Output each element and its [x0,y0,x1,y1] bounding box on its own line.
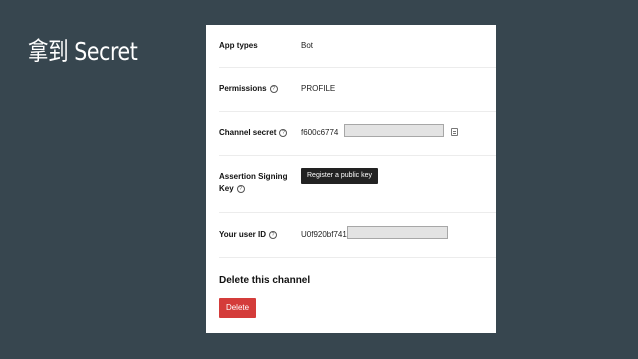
app-types-label: App types [219,41,258,50]
app-types-value: Bot [301,41,314,50]
help-icon[interactable]: ? [268,231,277,239]
permissions-label: Permissions [219,84,267,93]
permissions-label-wrap: Permissions? [219,83,278,95]
assertion-signing-key-label: Assertion Signing [219,172,288,181]
assertion-signing-key-label-2: Key [219,184,234,193]
delete-channel-heading: Delete this channel [219,275,311,286]
user-id-row: Your user ID? U0f920bf741 [219,213,496,258]
channel-settings-panel: App types Bot Permissions? PROFILE Chann… [206,25,496,333]
redaction-box [347,226,448,239]
help-icon[interactable]: ? [269,85,278,93]
user-id-label-wrap: Your user ID? [219,229,277,241]
channel-secret-row: Channel secret? f600c6774 [219,112,496,156]
channel-secret-value: f600c6774 [301,128,339,137]
assertion-signing-key-row: Assertion Signing Key? Register a public… [219,156,496,213]
channel-secret-label-wrap: Channel secret? [219,127,288,139]
permissions-value: PROFILE [301,84,336,93]
help-icon[interactable]: ? [279,129,288,137]
delete-button[interactable]: Delete [219,298,256,318]
channel-secret-label: Channel secret [219,128,277,137]
permissions-row: Permissions? PROFILE [219,68,496,112]
app-types-row: App types Bot [219,25,496,68]
register-public-key-button[interactable]: Register a public key [301,168,378,184]
redaction-box [344,124,444,137]
help-icon[interactable]: ? [236,185,245,193]
copy-icon[interactable] [451,128,458,136]
slide-title: 拿到 Secret [28,37,138,66]
user-id-value: U0f920bf741 [301,230,347,239]
user-id-label: Your user ID [219,230,266,239]
assertion-signing-key-label-wrap: Assertion Signing Key? [219,171,287,195]
